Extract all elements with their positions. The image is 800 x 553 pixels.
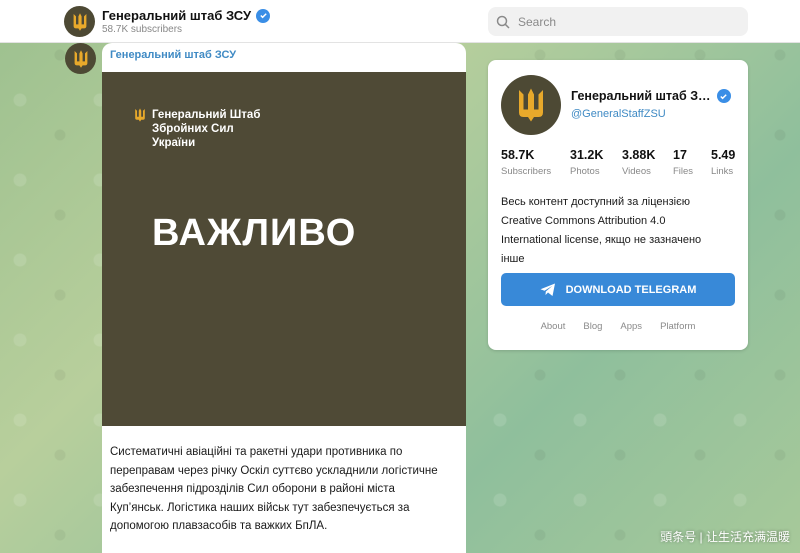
image-org-line: Генеральний Штаб [152, 109, 261, 121]
post-text-line: забезпечення підрозділів Сил оборони в р… [110, 483, 395, 496]
stat-value: 31.2K [570, 148, 604, 162]
description-line: Creative Commons Attribution 4.0 [501, 215, 666, 227]
verified-icon [716, 89, 731, 103]
stat-value: 3.88K [622, 148, 656, 162]
trident-icon [73, 12, 86, 31]
top-bar: Генеральний штаб ЗСУ 58.7K subscribers [0, 0, 800, 43]
post-text-line: Куп’янськ. Логістика наших військ тут за… [110, 501, 410, 514]
post-text-line: допомогою плавзасобів та важких БпЛА. [110, 520, 328, 533]
stat-value: 17 [673, 148, 687, 162]
description-line: Весь контент доступний за ліцензією [501, 196, 690, 208]
image-headline: ВАЖЛИВО [152, 212, 357, 254]
post-text-line: переправам через річку Оскіл суттєво уск… [110, 464, 438, 477]
search-box[interactable] [488, 7, 748, 36]
channel-info-name-text: Генеральний штаб З… [571, 89, 711, 103]
trident-icon [519, 88, 543, 122]
post-author-avatar[interactable] [65, 43, 96, 74]
channel-info-avatar[interactable] [501, 75, 561, 135]
stat-value: 5.49 [711, 148, 736, 162]
stat-label: Links [711, 166, 734, 177]
stat-label: Videos [622, 166, 651, 177]
stat-videos[interactable]: 3.88K Videos [622, 148, 673, 177]
description-line: інше [501, 253, 525, 265]
post-image[interactable]: Генеральний Штаб Збройних Сил України ВА… [102, 72, 466, 426]
description-line: International license, якщо не зазначено [501, 234, 702, 246]
image-org-line: України [152, 137, 196, 149]
download-telegram-button[interactable]: DOWNLOAD TELEGRAM [501, 273, 735, 306]
footer-link-about[interactable]: About [541, 321, 566, 332]
footer-link-apps[interactable]: Apps [620, 321, 642, 332]
trident-icon [135, 108, 145, 122]
post-text-line: Систематичні авіаційні та ракетні удари … [110, 446, 403, 458]
message-bubble: Генеральний штаб ЗСУ Генеральний Штаб Зб… [102, 43, 466, 553]
subscriber-count: 58.7K subscribers [102, 24, 183, 35]
channel-title-text: Генеральний штаб ЗСУ [102, 8, 252, 23]
stat-value: 58.7K [501, 148, 535, 162]
stat-label: Photos [570, 166, 600, 177]
stat-subscribers[interactable]: 58.7K Subscribers [501, 148, 570, 177]
telegram-plane-icon [540, 283, 555, 296]
channel-description: Весь контент доступний за ліцензією Crea… [501, 193, 741, 269]
image-org-name: Генеральний Штаб Збройних Сил України [152, 108, 260, 150]
search-input[interactable] [518, 14, 718, 29]
channel-title[interactable]: Генеральний штаб ЗСУ [102, 8, 271, 23]
stat-label: Subscribers [501, 166, 552, 177]
channel-stats: 58.7K Subscribers 31.2K Photos 3.88K Vid… [501, 148, 737, 177]
stat-files[interactable]: 17 Files [673, 148, 711, 177]
image-org-line: Збройних Сил [152, 123, 234, 135]
stat-label: Files [673, 166, 694, 177]
stat-photos[interactable]: 31.2K Photos [570, 148, 622, 177]
channel-info-card: Генеральний штаб З… @GeneralStaffZSU 58.… [488, 60, 748, 350]
post-author-name[interactable]: Генеральний штаб ЗСУ [110, 49, 236, 61]
stat-links[interactable]: 5.49 Links [711, 148, 737, 177]
watermark: 頭条号 | 让生活充满温暖 [660, 530, 790, 544]
channel-handle-link[interactable]: @GeneralStaffZSU [571, 108, 666, 120]
post-text: Систематичні авіаційні та ракетні удари … [110, 443, 460, 536]
verified-icon [256, 8, 271, 23]
channel-info-name: Генеральний штаб З… [571, 89, 731, 103]
search-icon [496, 15, 510, 29]
footer-links: About Blog Apps Platform [488, 321, 748, 332]
footer-link-platform[interactable]: Platform [660, 321, 695, 332]
trident-icon [74, 49, 87, 68]
channel-avatar[interactable] [64, 6, 95, 37]
footer-link-blog[interactable]: Blog [583, 321, 602, 332]
download-telegram-label: DOWNLOAD TELEGRAM [565, 283, 697, 296]
